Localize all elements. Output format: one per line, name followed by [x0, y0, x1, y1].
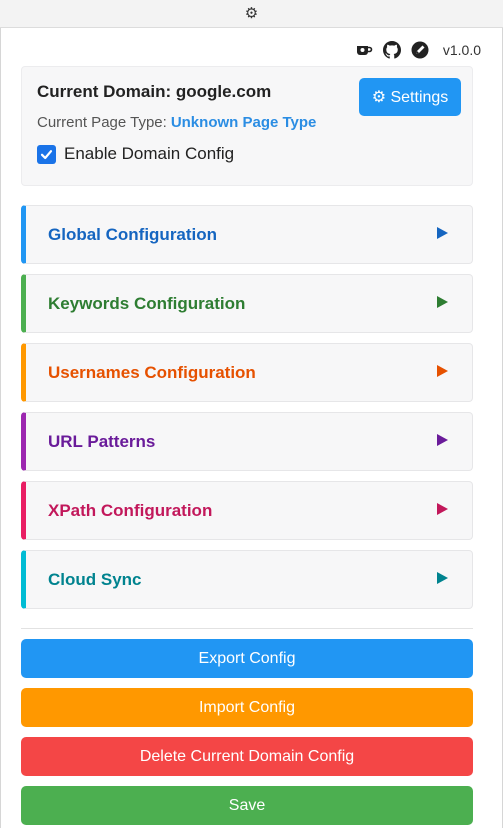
- frame-border-left: [0, 28, 1, 828]
- expand-arrow-icon[interactable]: [437, 365, 448, 377]
- gear-icon[interactable]: ⚙: [245, 6, 258, 21]
- export-config-button[interactable]: Export Config: [21, 639, 473, 678]
- delete-domain-config-button[interactable]: Delete Current Domain Config: [21, 737, 473, 776]
- enable-domain-config-checkbox[interactable]: [37, 144, 56, 164]
- expand-arrow-icon[interactable]: [437, 434, 448, 446]
- expand-arrow-icon[interactable]: [437, 572, 448, 584]
- page-type-row: Current Page Type: Unknown Page Type: [37, 114, 316, 131]
- section-label[interactable]: URL Patterns: [48, 432, 155, 452]
- section-label[interactable]: Cloud Sync: [48, 570, 142, 590]
- section-label[interactable]: XPath Configuration: [48, 501, 212, 521]
- enable-domain-config-row[interactable]: Enable Domain Config: [37, 144, 234, 164]
- section-cloud-sync[interactable]: Cloud Sync: [21, 550, 473, 609]
- enable-domain-config-label[interactable]: Enable Domain Config: [64, 144, 234, 164]
- section-url-patterns[interactable]: URL Patterns: [21, 412, 473, 471]
- version-label: v1.0.0: [442, 42, 481, 58]
- divider: [21, 628, 473, 629]
- domain-info-card: Current Domain: google.com Current Page …: [21, 66, 473, 186]
- section-label[interactable]: Keywords Configuration: [48, 294, 245, 314]
- current-domain-title: Current Domain: google.com: [37, 82, 272, 101]
- section-global-configuration[interactable]: Global Configuration: [21, 205, 473, 264]
- section-label[interactable]: Usernames Configuration: [48, 363, 256, 383]
- expand-arrow-icon[interactable]: [437, 503, 448, 515]
- save-button[interactable]: Save: [21, 786, 473, 825]
- section-label[interactable]: Global Configuration: [48, 225, 217, 245]
- section-xpath-configuration[interactable]: XPath Configuration: [21, 481, 473, 540]
- import-config-button[interactable]: Import Config: [21, 688, 473, 727]
- coffee-icon[interactable]: [355, 41, 373, 59]
- settings-button[interactable]: ⚙ Settings: [359, 78, 461, 116]
- expand-arrow-icon[interactable]: [437, 296, 448, 308]
- pen-icon[interactable]: [411, 41, 429, 59]
- page-type-label: Current Page Type:: [37, 114, 167, 131]
- check-icon: [40, 149, 53, 159]
- header-links: v1.0.0: [355, 38, 481, 62]
- section-keywords-configuration[interactable]: Keywords Configuration: [21, 274, 473, 333]
- window-topbar: ⚙: [0, 0, 503, 28]
- page-type-value: Unknown Page Type: [170, 114, 317, 131]
- expand-arrow-icon[interactable]: [437, 227, 448, 239]
- github-icon[interactable]: [382, 41, 401, 59]
- section-usernames-configuration[interactable]: Usernames Configuration: [21, 343, 473, 402]
